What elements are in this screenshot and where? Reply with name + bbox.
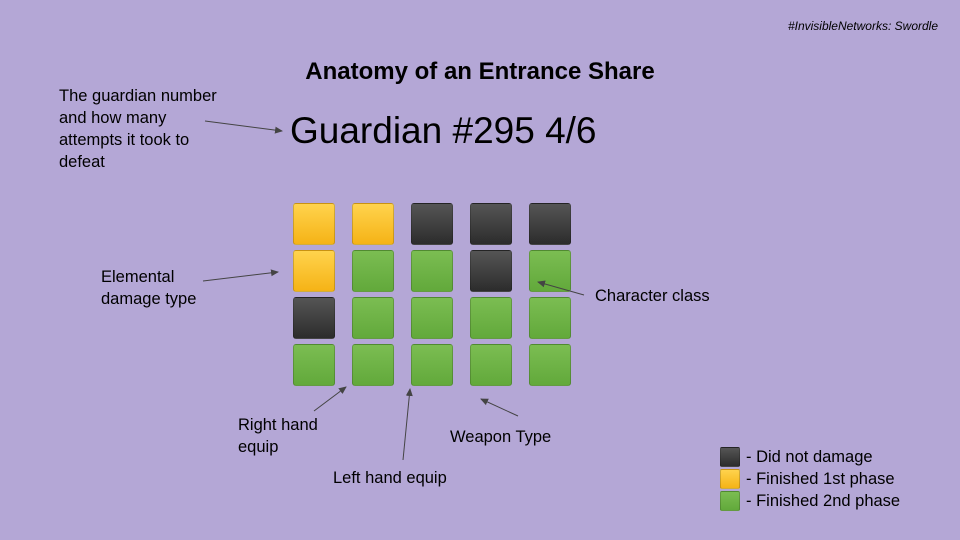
legend-swatch-green — [720, 491, 740, 511]
legend-swatch-yellow — [720, 469, 740, 489]
legend-item: - Finished 1st phase — [720, 468, 900, 490]
legend: - Did not damage - Finished 1st phase - Fi… — [720, 446, 900, 512]
legend-label: - Did not damage — [746, 447, 873, 466]
arrow-left-hand — [402, 388, 413, 461]
legend-label: - Finished 2nd phase — [746, 491, 901, 510]
legend-item: - Did not damage — [720, 446, 900, 468]
arrow-character-class — [537, 280, 585, 296]
arrow-guardian-number — [204, 120, 283, 134]
legend-swatch-black — [720, 447, 740, 467]
legend-item: - Finished 2nd phase — [720, 490, 900, 512]
arrow-right-hand — [313, 386, 347, 412]
arrow-weapon-type — [480, 398, 519, 417]
legend-label: - Finished 1st phase — [746, 469, 895, 488]
arrow-elemental — [202, 269, 279, 282]
